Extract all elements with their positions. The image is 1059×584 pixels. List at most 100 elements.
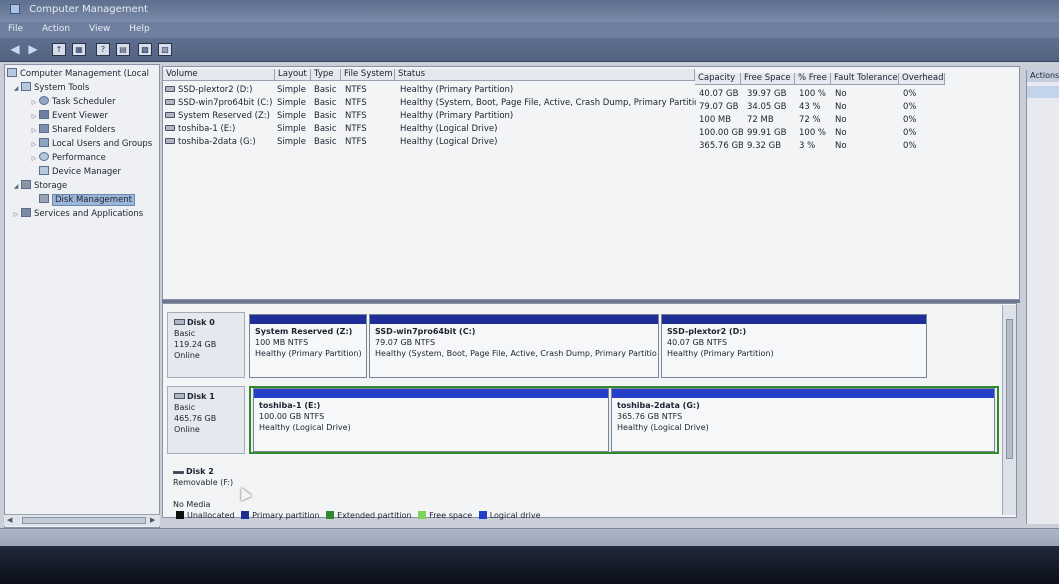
partition-ssd-win7pro64bit[interactable]: SSD-win7pro64bit (C:) 79.07 GB NTFS Heal… — [369, 314, 659, 378]
legend-swatch-logical — [478, 511, 487, 519]
expand-arrow-icon[interactable]: ▷ — [29, 152, 39, 166]
table-row[interactable]: toshiba-1 (E:) — [165, 123, 275, 135]
scroll-right-icon[interactable]: ▶ — [150, 516, 155, 524]
disk-graph-icon[interactable]: ▧ — [158, 43, 172, 56]
tree-scroll-thumb[interactable] — [22, 517, 146, 524]
disk-type: Removable (F:) — [173, 478, 234, 487]
actions-item-disk-management[interactable] — [1027, 86, 1059, 98]
tree-horizontal-scrollbar[interactable]: ◀ ▶ — [4, 514, 160, 526]
cell-status: Healthy (Primary Partition) — [400, 85, 514, 95]
cell-status: Healthy (Logical Drive) — [400, 137, 498, 147]
disk-info[interactable]: Disk 0 Basic 119.24 GB Online — [167, 312, 245, 378]
cell-type: Basic — [314, 137, 337, 147]
legend-logical: Logical drive — [489, 511, 541, 520]
cell-type: Basic — [314, 98, 337, 108]
column-header-free-space[interactable]: Free Space — [741, 73, 795, 85]
cell-layout: Simple — [277, 85, 307, 95]
partition-size: 40.07 GB NTFS — [667, 338, 728, 347]
partition-type-bar — [254, 389, 608, 398]
column-header-capacity[interactable]: Capacity — [695, 73, 741, 85]
partition-toshiba-2data[interactable]: toshiba-2data (G:) 365.76 GB NTFS Health… — [611, 388, 995, 452]
storage-icon — [21, 180, 31, 189]
table-row[interactable]: toshiba-2data (G:) — [165, 136, 275, 148]
disk-view-scroll-thumb[interactable] — [1006, 319, 1013, 459]
column-header-file-system[interactable]: File System — [341, 69, 395, 81]
actions-header: Actions — [1027, 70, 1059, 82]
legend-free: Free space — [429, 511, 473, 520]
menu-action[interactable]: Action — [34, 22, 78, 34]
cell-layout: Simple — [277, 111, 307, 121]
column-header-volume[interactable]: Volume — [163, 69, 275, 81]
show-hide-tree-icon[interactable]: ▦ — [72, 43, 86, 56]
desktop-screen: Computer Management File Action View Hel… — [0, 0, 1059, 584]
disk-row: Disk 1 Basic 465.76 GB Online toshiba-1 … — [163, 386, 1016, 456]
cell-free-space: 39.97 GB — [747, 89, 787, 99]
volume-icon — [165, 112, 175, 118]
disk-icon — [174, 393, 185, 399]
services-icon — [21, 208, 31, 217]
disk-name: Disk 2 — [186, 467, 214, 476]
collapse-arrow-icon[interactable]: ◢ — [11, 180, 21, 194]
tree-item-performance[interactable]: ▷ Performance — [29, 151, 106, 165]
cell-free-space: 99.91 GB — [747, 128, 787, 138]
expand-arrow-icon[interactable]: ▷ — [11, 208, 21, 222]
collapse-arrow-icon[interactable]: ◢ — [11, 82, 21, 96]
tree-item-task-scheduler[interactable]: ▷ Task Scheduler — [29, 95, 116, 109]
expand-arrow-icon[interactable]: ▷ — [29, 138, 39, 152]
up-icon[interactable]: ↑ — [52, 43, 66, 56]
column-header-overhead[interactable]: Overhead — [899, 73, 945, 85]
properties-icon[interactable]: ▤ — [116, 43, 130, 56]
volume-icon — [165, 125, 175, 131]
tree-item-device-manager[interactable]: Device Manager — [39, 165, 121, 179]
cell-fault-tolerance: No — [835, 115, 847, 125]
disk-info[interactable]: Disk 1 Basic 465.76 GB Online — [167, 386, 245, 454]
partition-toshiba-1[interactable]: toshiba-1 (E:) 100.00 GB NTFS Healthy (L… — [253, 388, 609, 452]
disk-state: Online — [174, 351, 200, 360]
shared-folder-icon — [39, 124, 49, 133]
tree-item-disk-management[interactable]: Disk Management — [39, 193, 135, 207]
status-bar — [0, 528, 1059, 546]
help-icon[interactable]: ? — [96, 43, 110, 56]
expand-arrow-icon[interactable]: ▷ — [29, 96, 39, 110]
disk-view-scrollbar[interactable] — [1002, 305, 1016, 515]
menu-file[interactable]: File — [0, 22, 31, 34]
taskbar — [0, 546, 1059, 584]
column-header-percent-free[interactable]: % Free — [795, 73, 831, 85]
cell-capacity: 365.76 GB — [699, 141, 743, 151]
table-row[interactable]: SSD-plextor2 (D:) — [165, 84, 275, 96]
legend-swatch-extended — [326, 511, 335, 519]
column-header-status[interactable]: Status — [395, 69, 695, 81]
tree-item-shared-folders[interactable]: ▷ Shared Folders — [29, 123, 115, 137]
tree-item-local-users[interactable]: ▷ Local Users and Groups — [29, 137, 152, 151]
cell-overhead: 0% — [903, 102, 917, 112]
tree-item-storage[interactable]: ◢ Storage — [11, 179, 67, 193]
tree-item-computer-management[interactable]: Computer Management (Local — [7, 67, 149, 81]
menu-view[interactable]: View — [81, 22, 118, 34]
disk-list-icon[interactable]: ▩ — [138, 43, 152, 56]
cell-percent-free: 100 % — [799, 128, 827, 138]
table-row[interactable]: System Reserved (Z:) — [165, 110, 275, 122]
partition-system-reserved[interactable]: System Reserved (Z:) 100 MB NTFS Healthy… — [249, 314, 367, 378]
column-header-fault-tolerance[interactable]: Fault Tolerance — [831, 73, 899, 85]
computer-icon — [7, 68, 17, 77]
tree-item-system-tools[interactable]: ◢ System Tools — [11, 81, 89, 95]
expand-arrow-icon[interactable]: ▷ — [29, 110, 39, 124]
scroll-left-icon[interactable]: ◀ — [7, 516, 12, 524]
menu-help[interactable]: Help — [121, 22, 158, 34]
cell-capacity: 100.00 GB — [699, 128, 743, 138]
tree-item-event-viewer[interactable]: ▷ Event Viewer — [29, 109, 108, 123]
disk-info[interactable]: Disk 2 Removable (F:) No Media — [167, 462, 287, 514]
cell-file-system: NTFS — [345, 98, 367, 108]
column-header-layout[interactable]: Layout — [275, 69, 311, 81]
cell-fault-tolerance: No — [835, 102, 847, 112]
partition-size: 79.07 GB NTFS — [375, 338, 436, 347]
table-row[interactable]: SSD-win7pro64bit (C:) — [165, 97, 275, 109]
back-icon[interactable]: ◀ — [8, 43, 22, 56]
expand-arrow-icon[interactable]: ▷ — [29, 124, 39, 138]
disk-type: Basic — [174, 329, 196, 338]
partition-type-bar — [370, 315, 658, 324]
tree-item-services-applications[interactable]: ▷ Services and Applications — [11, 207, 143, 221]
forward-icon[interactable]: ▶ — [26, 43, 40, 56]
column-header-type[interactable]: Type — [311, 69, 341, 81]
partition-ssd-plextor2[interactable]: SSD-plextor2 (D:) 40.07 GB NTFS Healthy … — [661, 314, 927, 378]
